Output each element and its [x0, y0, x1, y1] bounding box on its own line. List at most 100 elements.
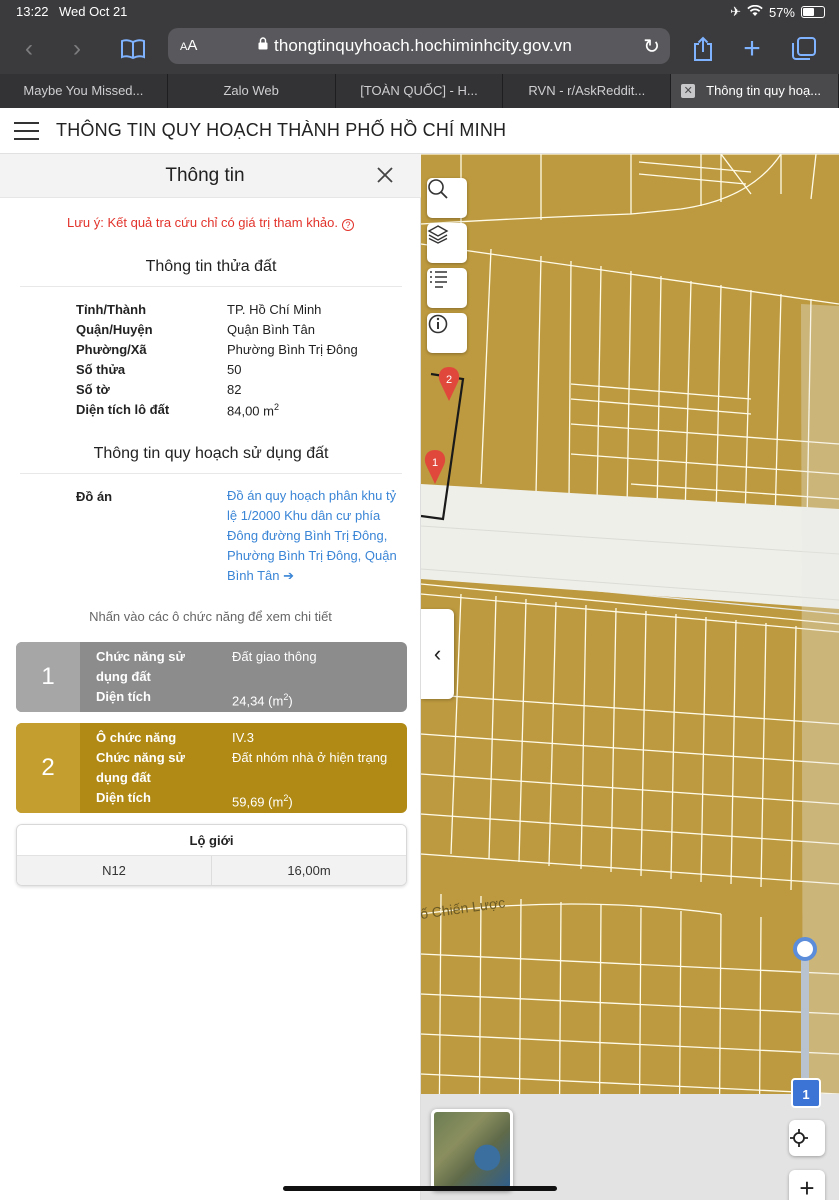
parcel-value-province: TP. Hồ Chí Minh	[227, 302, 322, 317]
url-text: thongtinquyhoach.hochiminhcity.gov.vn	[274, 36, 572, 55]
status-time: 13:22	[16, 4, 49, 19]
tab-bar: Maybe You Missed... Zalo Web [TOÀN QUỐC]…	[0, 74, 839, 108]
share-icon[interactable]	[688, 34, 718, 64]
status-right: ✈ 57%	[730, 4, 825, 20]
parcel-value-sheet-number: 82	[227, 382, 242, 397]
card-area: 59,69 (m	[232, 794, 284, 810]
info-panel: Thông tin Lưu ý: Kết quả tra cứu chỉ có …	[0, 154, 421, 1200]
parcel-key-lot-number: Số thửa	[76, 362, 126, 377]
street-label: ố Chiến Lược	[421, 894, 506, 922]
card-value: Đất nhóm nhà ở hiện trạng	[232, 750, 388, 765]
status-bar: 13:22 Wed Oct 21 ✈ 57%	[0, 0, 839, 24]
battery-fill	[803, 8, 815, 16]
bookmarks-icon[interactable]	[118, 34, 148, 64]
satellite-minimap[interactable]	[431, 1109, 513, 1191]
reload-icon[interactable]: ↻	[643, 34, 660, 59]
parcel-key-ward: Phường/Xã	[76, 342, 147, 357]
site-header: THÔNG TIN QUY HOẠCH THÀNH PHỐ HỒ CHÍ MIN…	[0, 108, 839, 154]
address-bar[interactable]: AA thongtinquyhoach.hochiminhcity.gov.vn…	[168, 28, 670, 64]
disclaimer-text: Lưu ý: Kết quả tra cứu chỉ có giá trị th…	[66, 215, 339, 230]
card-number: 1	[16, 642, 80, 712]
marker-2-label: 2	[446, 374, 452, 386]
plan-link[interactable]: Đồ án quy hoạch phân khu tỷ lệ 1/2000 Kh…	[227, 486, 407, 586]
disclaimer-note: Lưu ý: Kết quả tra cứu chỉ có giá trị th…	[0, 215, 421, 231]
zoom-level-badge: 1	[791, 1078, 821, 1108]
battery-icon	[801, 6, 825, 18]
forward-icon[interactable]: ›	[62, 34, 92, 64]
map-view[interactable]: 1 2 ố Chiến Lược ‹ 1 +	[421, 154, 839, 1200]
close-tab-icon[interactable]: ✕	[681, 84, 696, 98]
help-icon[interactable]: ?	[342, 219, 355, 231]
card-key: Diện tích	[96, 790, 151, 805]
panel-title: Thông tin	[165, 165, 245, 186]
browser-tab[interactable]: Maybe You Missed...	[0, 74, 168, 108]
back-icon[interactable]: ‹	[14, 34, 44, 64]
road-boundary-table: Lộ giới N12 16,00m	[16, 824, 407, 886]
parcel-value-ward: Phường Bình Trị Đông	[227, 342, 358, 357]
info-icon	[428, 314, 448, 334]
arrow-right-icon: ➔	[283, 568, 295, 583]
new-tab-icon[interactable]: +	[737, 34, 767, 64]
road-name-cell: N12	[17, 856, 212, 885]
card-key: Chức năng sử dụng đất	[96, 750, 185, 785]
browser-tab-label: Thông tin quy hoạ...	[706, 83, 822, 98]
marker-1-label: 1	[432, 457, 438, 469]
map-search-button[interactable]	[427, 178, 467, 218]
zoom-in-button[interactable]: +	[789, 1170, 825, 1200]
wifi-icon	[747, 4, 763, 20]
card-key: Ô chức năng	[96, 730, 177, 745]
zoom-slider-handle[interactable]	[793, 937, 817, 961]
home-indicator	[283, 1186, 557, 1191]
browser-tab-active[interactable]: ✕ Thông tin quy hoạ...	[671, 74, 839, 108]
plan-section-title: Thông tin quy hoạch sử dụng đất	[20, 445, 402, 474]
area-unit-sup: 2	[273, 402, 279, 412]
map-info-button[interactable]	[427, 313, 467, 353]
airplane-icon: ✈	[730, 4, 741, 19]
parcel-section-title: Thông tin thửa đất	[20, 258, 402, 287]
parcel-key-sheet-number: Số tờ	[76, 382, 110, 397]
browser-toolbar: ‹ › AA thongtinquyhoach.hochiminhcity.go…	[0, 24, 839, 74]
card-key: Diện tích	[96, 689, 151, 704]
battery-percent: 57%	[768, 4, 795, 20]
land-use-card-2[interactable]: 2 Ô chức năng IV.3 Chức năng sử dụng đất…	[16, 723, 407, 813]
card-area: 24,34 (m	[232, 693, 284, 709]
browser-tab[interactable]: RVN - r/AskReddit...	[503, 74, 672, 108]
layers-icon	[427, 225, 449, 244]
card-value: IV.3	[232, 730, 254, 745]
hamburger-menu-icon[interactable]	[14, 122, 39, 140]
reader-aa-button[interactable]: AA	[180, 37, 197, 54]
map-legend-button[interactable]	[427, 268, 467, 308]
hint-text: Nhấn vào các ô chức năng để xem chi tiết	[89, 609, 332, 624]
list-icon	[430, 271, 447, 288]
parcel-value-lot-number: 50	[227, 362, 242, 377]
card-number: 2	[16, 723, 80, 813]
road-width-cell: 16,00m	[287, 863, 331, 878]
locate-button[interactable]	[789, 1120, 825, 1156]
crosshair-icon	[790, 1129, 808, 1147]
site-title: THÔNG TIN QUY HOẠCH THÀNH PHỐ HỒ CHÍ MIN…	[56, 120, 507, 140]
browser-tab[interactable]: Zalo Web	[167, 74, 336, 108]
card-value: Đất giao thông	[232, 649, 317, 664]
plan-link-text[interactable]: Đồ án quy hoạch phân khu tỷ lệ 1/2000 Kh…	[227, 488, 397, 583]
table-row: N12 16,00m	[17, 856, 406, 885]
map-layers-button[interactable]	[427, 223, 467, 263]
panel-header: Thông tin	[0, 154, 421, 198]
zoom-slider-track[interactable]	[801, 949, 809, 1099]
lock-icon	[258, 37, 268, 50]
collapse-panel-button[interactable]: ‹	[421, 609, 454, 699]
card-area-tail: )	[288, 794, 293, 810]
land-use-card-1[interactable]: 1 Chức năng sử dụng đất Đất giao thông D…	[16, 642, 407, 712]
card-key: Chức năng sử dụng đất	[96, 649, 185, 684]
map-marker-1[interactable]: 1	[424, 450, 446, 484]
road-boundary-header: Lộ giới	[17, 825, 406, 856]
browser-tab[interactable]: [TOÀN QUỐC] - H...	[335, 74, 504, 108]
parcel-key-district: Quận/Huyện	[76, 322, 153, 337]
map-parcels[interactable]: 1 2 ố Chiến Lược	[421, 154, 839, 1200]
plan-key: Đồ án	[76, 489, 113, 504]
card-value: 59,69 (m2)	[232, 788, 293, 812]
search-icon	[428, 179, 448, 199]
tabs-overview-icon[interactable]	[789, 34, 819, 64]
card-area-tail: )	[288, 693, 293, 709]
close-icon[interactable]	[374, 164, 396, 186]
map-marker-2[interactable]: 2	[438, 367, 460, 401]
